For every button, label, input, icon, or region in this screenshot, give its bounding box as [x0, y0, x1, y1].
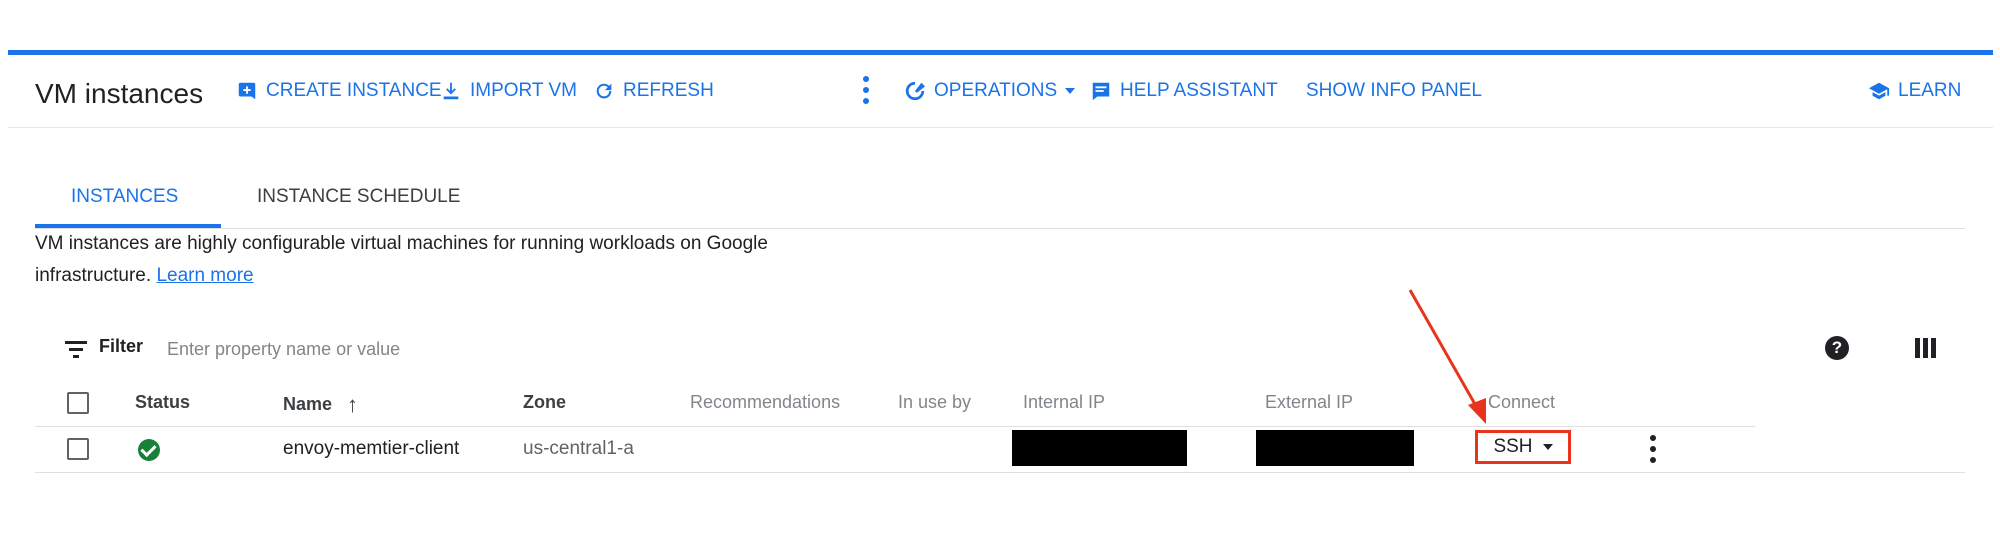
column-header-name-label: Name [283, 394, 333, 414]
status-running-icon [138, 439, 160, 461]
import-vm-button[interactable]: IMPORT VM [440, 80, 577, 102]
refresh-icon [596, 83, 612, 99]
operations-label: OPERATIONS [934, 80, 1058, 101]
download-icon [443, 82, 459, 100]
filter-label: Filter [99, 336, 144, 356]
filter-bar: Filter ? [35, 330, 1965, 370]
column-display-icon[interactable] [1915, 338, 1936, 358]
filter-icon [65, 341, 87, 358]
help-assistant-button[interactable]: HELP ASSISTANT [1090, 80, 1278, 102]
column-header-recommendations[interactable]: Recommendations [690, 392, 840, 413]
sort-ascending-icon: ↑ [347, 392, 359, 417]
ssh-label: SSH [1493, 436, 1533, 457]
show-info-panel-label: SHOW INFO PANEL [1306, 80, 1482, 101]
learn-label: LEARN [1898, 80, 1962, 101]
table-row[interactable]: envoy-memtier-client us-central1-a SSH [35, 426, 1965, 473]
create-instance-label: CREATE INSTANCE [266, 80, 442, 101]
external-ip-redacted [1256, 430, 1414, 466]
column-header-internal-ip[interactable]: Internal IP [1023, 392, 1105, 413]
column-header-connect[interactable]: Connect [1488, 392, 1555, 413]
help-icon[interactable]: ? [1825, 336, 1849, 360]
refresh-button[interactable]: REFRESH [593, 80, 714, 102]
description-text: VM instances are highly configurable vir… [35, 233, 768, 286]
assistant-icon [1092, 82, 1110, 101]
ssh-button[interactable]: SSH [1475, 430, 1571, 464]
select-all-checkbox[interactable] [67, 392, 89, 414]
top-toolbar: VM instances CREATE INSTANCE IMPORT VM R… [8, 50, 1993, 128]
learn-button[interactable]: LEARN [1868, 80, 1961, 102]
page-description: VM instances are highly configurable vir… [35, 228, 855, 292]
internal-ip-redacted [1012, 430, 1187, 466]
import-vm-label: IMPORT VM [470, 80, 577, 101]
show-info-panel-button[interactable]: SHOW INFO PANEL [1306, 80, 1482, 102]
help-assistant-label: HELP ASSISTANT [1120, 80, 1278, 101]
column-header-status[interactable]: Status [135, 392, 190, 413]
operations-button[interactable]: OPERATIONS [904, 80, 1076, 102]
learn-more-link[interactable]: Learn more [156, 265, 253, 286]
table-header: Status Name ↑ Zone Recommendations In us… [35, 380, 1755, 427]
filter-input[interactable] [165, 330, 669, 368]
row-actions-icon[interactable] [1644, 432, 1662, 466]
refresh-label: REFRESH [623, 80, 714, 101]
chevron-down-icon [1065, 88, 1076, 94]
chevron-down-icon[interactable] [1542, 444, 1553, 450]
column-header-external-ip[interactable]: External IP [1265, 392, 1353, 413]
operations-icon [905, 81, 926, 101]
more-actions-icon[interactable] [857, 73, 875, 107]
tab-instances[interactable]: INSTANCES [71, 186, 178, 208]
column-header-in-use-by[interactable]: In use by [898, 392, 971, 413]
add-box-icon [238, 82, 256, 100]
row-checkbox[interactable] [67, 438, 89, 460]
column-header-zone[interactable]: Zone [523, 392, 566, 413]
page-title: VM instances [35, 78, 204, 109]
school-icon [1868, 82, 1890, 100]
create-instance-button[interactable]: CREATE INSTANCE [236, 80, 442, 102]
column-header-name[interactable]: Name ↑ [283, 392, 358, 418]
instance-zone: us-central1-a [523, 438, 634, 459]
tab-instance-schedule[interactable]: INSTANCE SCHEDULE [257, 186, 460, 208]
tab-bar: INSTANCES INSTANCE SCHEDULE [35, 170, 1965, 229]
instance-name[interactable]: envoy-memtier-client [283, 438, 459, 460]
